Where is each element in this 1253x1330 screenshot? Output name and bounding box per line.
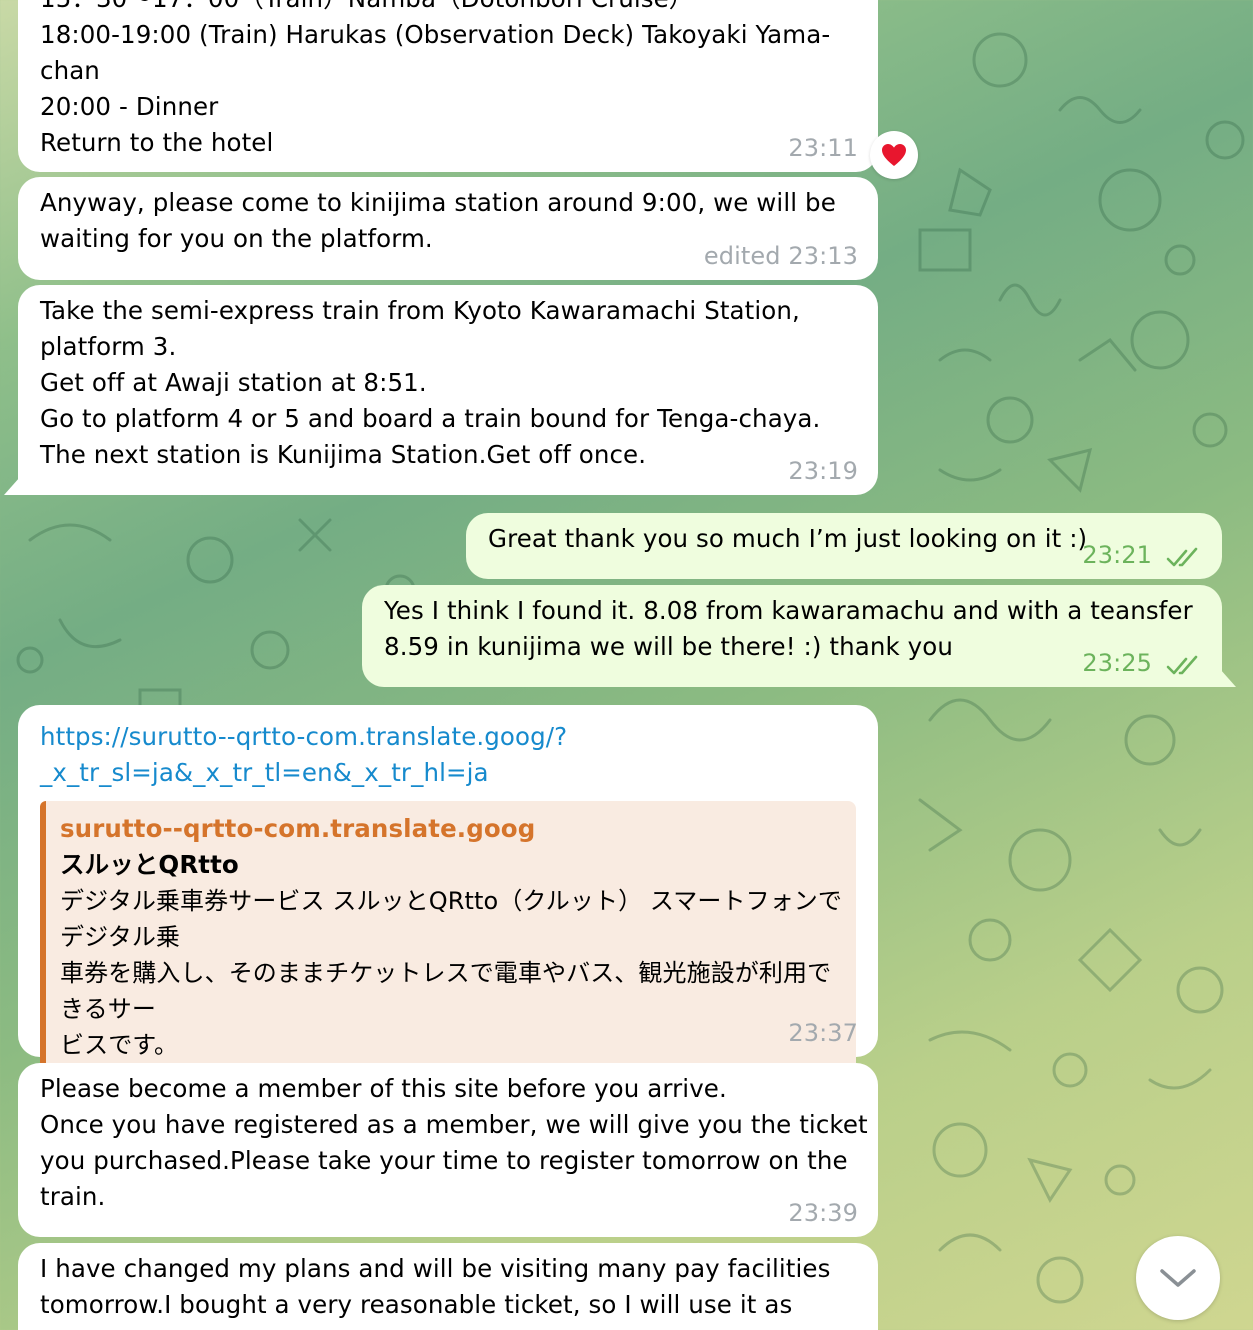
message-text-line: chan (40, 56, 100, 85)
double-check-icon (1166, 547, 1198, 567)
message-time: 23:25 (1082, 649, 1152, 677)
message-text-line: Yes I think I found it. 8.08 from kawara… (384, 596, 1193, 625)
message-text-line: tomorrow.I bought a very reasonable tick… (40, 1290, 793, 1319)
message-text-line: 8.59 in kunijima we will be there! :) th… (384, 632, 953, 661)
message-bubble-incoming[interactable]: 15：30～17：00（Train）Namba（Dotonbori Cruise… (18, 0, 878, 172)
message-bubble-outgoing[interactable]: Yes I think I found it. 8.08 from kawara… (362, 585, 1222, 687)
message-time: 23:19 (788, 457, 858, 485)
message-text-line: I have changed my plans and will be visi… (40, 1254, 831, 1283)
message-time: edited 23:13 (703, 242, 858, 270)
link-preview-description-line: 車券を購入し、そのままチケットレスで電車やバス、観光施設が利用できるサー (60, 959, 832, 1023)
message-link[interactable]: _x_tr_sl=ja&_x_tr_tl=en&_x_tr_hl=ja (40, 755, 856, 791)
message-text-line: train. (40, 1182, 106, 1211)
message-text-line: Please become a member of this site befo… (40, 1074, 727, 1103)
message-time: 23:39 (788, 1199, 858, 1227)
message-text-line: The next station is Kunijima Station.Get… (40, 440, 647, 469)
chevron-down-icon (1160, 1269, 1196, 1287)
scroll-to-bottom-button[interactable] (1136, 1236, 1220, 1320)
message-text-line: Once you have registered as a member, we… (40, 1110, 868, 1139)
message-text-line: 15：30～17：00（Train）Namba（Dotonbori Cruise… (40, 0, 856, 17)
message-text-line: platform 3. (40, 332, 177, 361)
link-preview-description-line: ビスです。 (60, 1031, 179, 1059)
double-check-icon (1166, 655, 1198, 675)
message-text-line: you purchased.Please take your time to r… (40, 1146, 848, 1175)
message-bubble-incoming[interactable]: Take the semi-express train from Kyoto K… (18, 285, 878, 495)
message-link[interactable]: https://surutto--qrtto-com.translate.goo… (40, 719, 856, 755)
link-preview-title: スルッとQRtto (60, 850, 239, 879)
link-preview-site: surutto--qrtto-com.translate.goog (60, 814, 536, 843)
message-text-line: Go to platform 4 or 5 and board a train … (40, 404, 821, 433)
message-text-line: Take the semi-express train from Kyoto K… (40, 296, 800, 325)
message-bubble-incoming[interactable]: Anyway, please come to kinijima station … (18, 177, 878, 280)
message-text-line: Get off at Awaji station at 8:51. (40, 368, 427, 397)
message-text-line: Return to the hotel (40, 128, 274, 157)
message-bubble-incoming[interactable]: https://surutto--qrtto-com.translate.goo… (18, 705, 878, 1075)
message-bubble-incoming[interactable]: I have changed my plans and will be visi… (18, 1243, 878, 1330)
message-text-line: 18:00-19:00 (Train) Harukas (Observation… (40, 20, 831, 49)
link-preview-description-line: デジタル乗車券サービス スルッとQRtto（クルット） スマートフォンでデジタル… (60, 887, 843, 951)
message-bubble-incoming[interactable]: Please become a member of this site befo… (18, 1063, 878, 1237)
message-text-line: 20:00 - Dinner (40, 92, 219, 121)
message-time: 23:11 (788, 134, 858, 162)
message-time: 23:21 (1082, 541, 1152, 569)
message-bubble-outgoing[interactable]: Great thank you so much I’m just looking… (466, 513, 1222, 579)
message-text-line: Anyway, please come to kinijima station … (40, 188, 836, 217)
reaction-badge[interactable] (870, 131, 918, 179)
heart-icon (882, 144, 906, 166)
link-preview-card[interactable]: surutto--qrtto-com.translate.goog スルッとQR… (40, 801, 856, 1075)
message-time: 23:37 (788, 1019, 858, 1047)
